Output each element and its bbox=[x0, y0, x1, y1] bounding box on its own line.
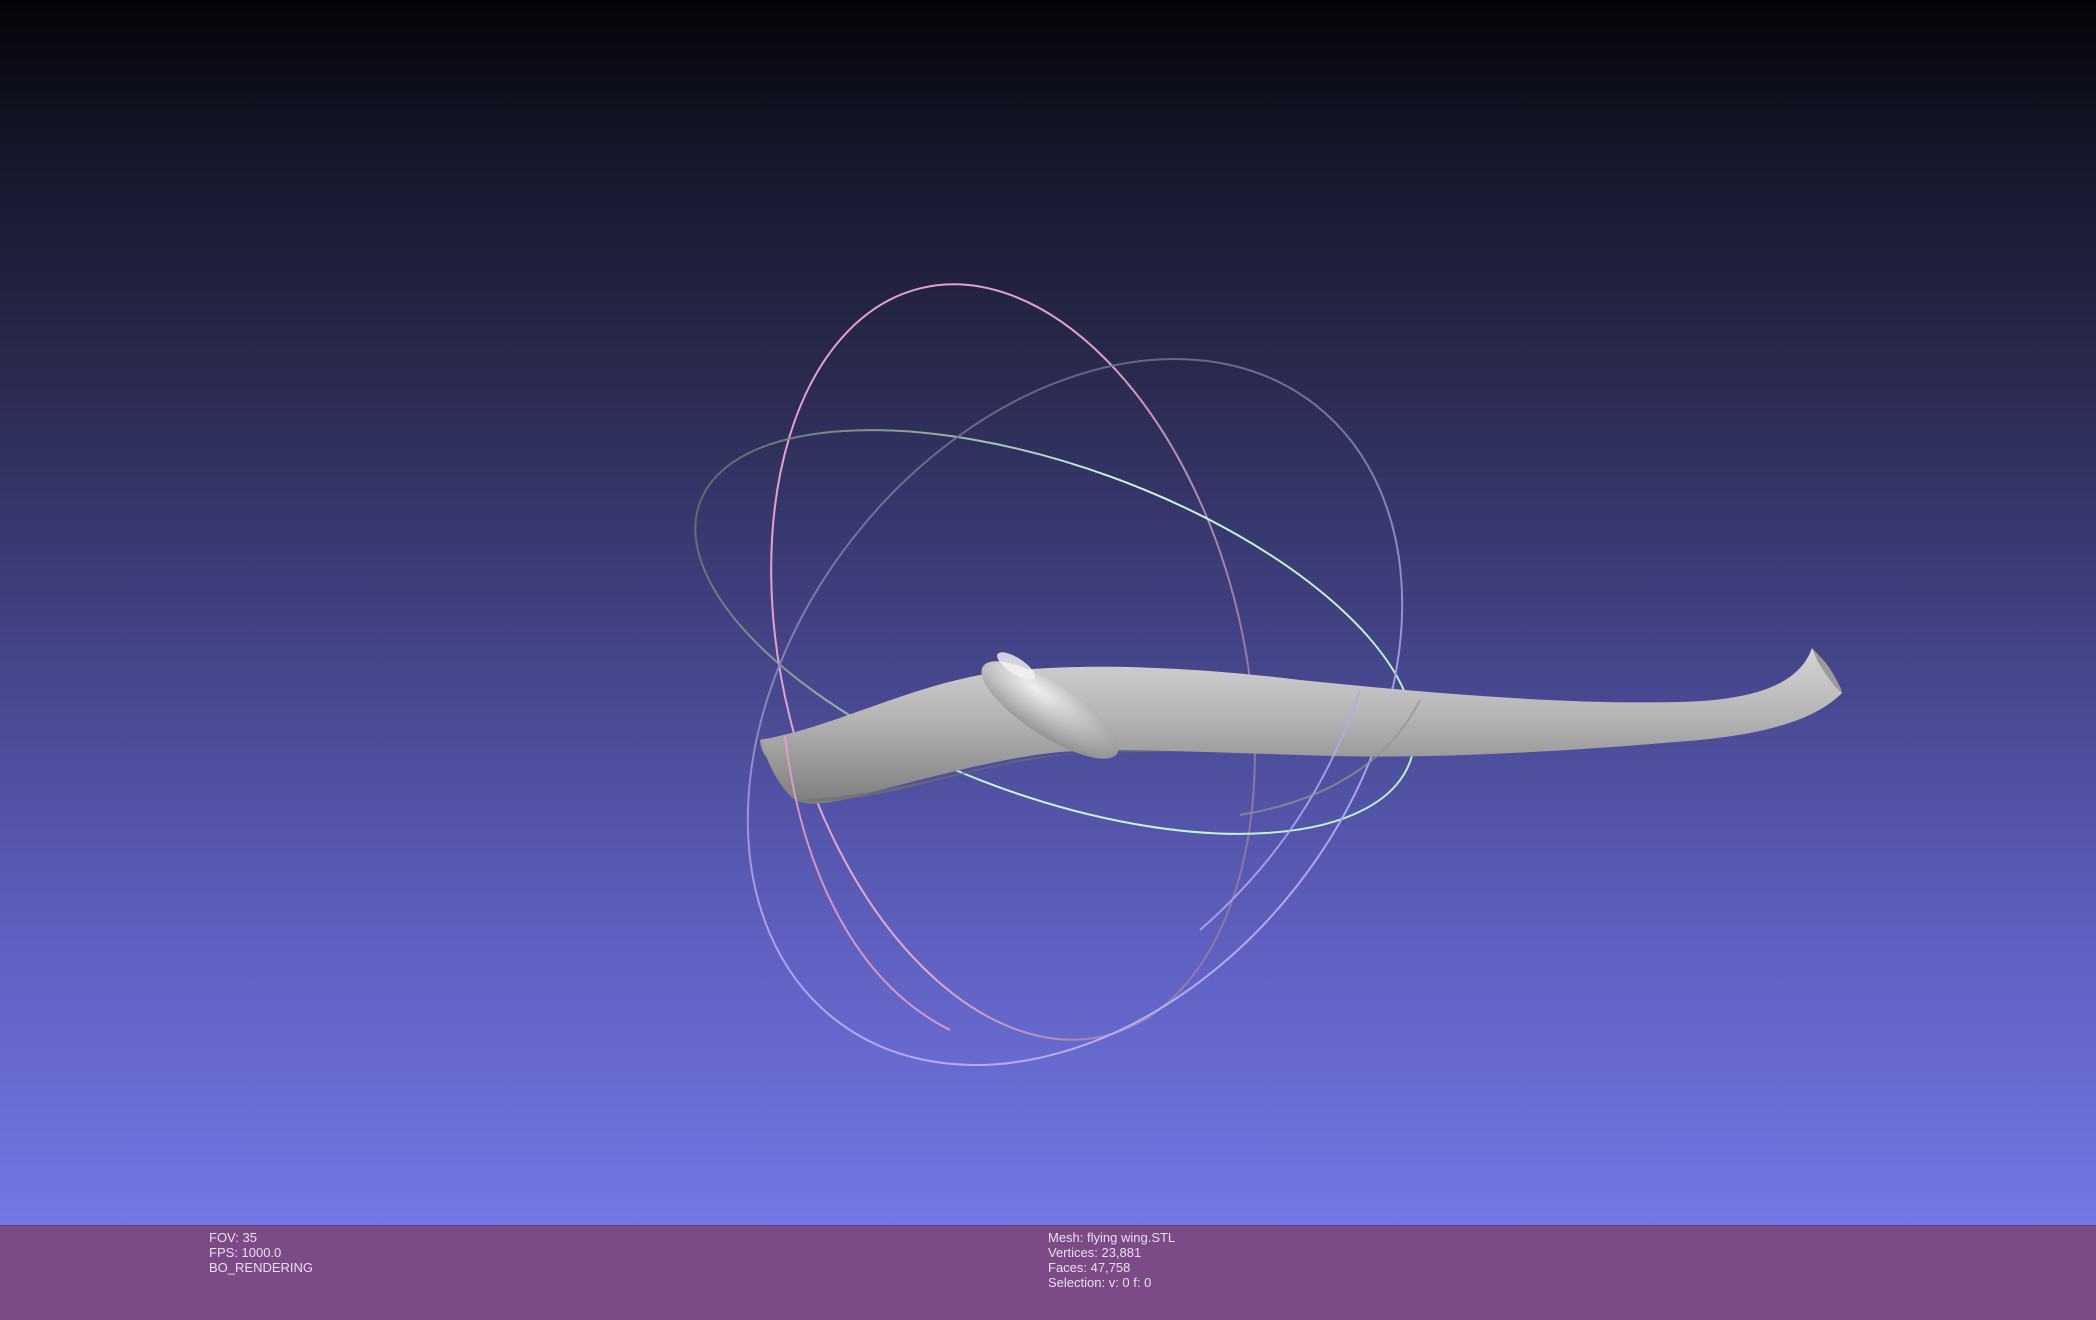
faces-count-label: Faces: 47,758 bbox=[1048, 1260, 1131, 1275]
fov-label: FOV: 35 bbox=[209, 1230, 257, 1245]
mesh-name-label: Mesh: flying wing.STL bbox=[1048, 1230, 1176, 1245]
flying-wing-mesh[interactable] bbox=[760, 645, 1842, 804]
viewport-canvas[interactable] bbox=[0, 0, 2096, 1225]
trackball-y-ring[interactable] bbox=[643, 348, 1466, 917]
selection-label: Selection: v: 0 f: 0 bbox=[1048, 1275, 1152, 1290]
status-bar: FOV: 35 FPS: 1000.0 BO_RENDERING Mesh: f… bbox=[0, 1225, 2096, 1320]
vertices-count-label: Vertices: 23,881 bbox=[1048, 1245, 1142, 1260]
fps-label: FPS: 1000.0 bbox=[209, 1245, 282, 1260]
mesh-info: Mesh: flying wing.STL Vertices: 23,881 F… bbox=[1048, 1230, 1175, 1290]
render-info: FOV: 35 FPS: 1000.0 BO_RENDERING bbox=[209, 1230, 313, 1275]
3d-viewport[interactable] bbox=[0, 0, 2096, 1225]
meshlab-window: FOV: 35 FPS: 1000.0 BO_RENDERING Mesh: f… bbox=[0, 0, 2096, 1320]
render-mode-label: BO_RENDERING bbox=[209, 1260, 314, 1275]
wing-body[interactable] bbox=[760, 648, 1842, 804]
